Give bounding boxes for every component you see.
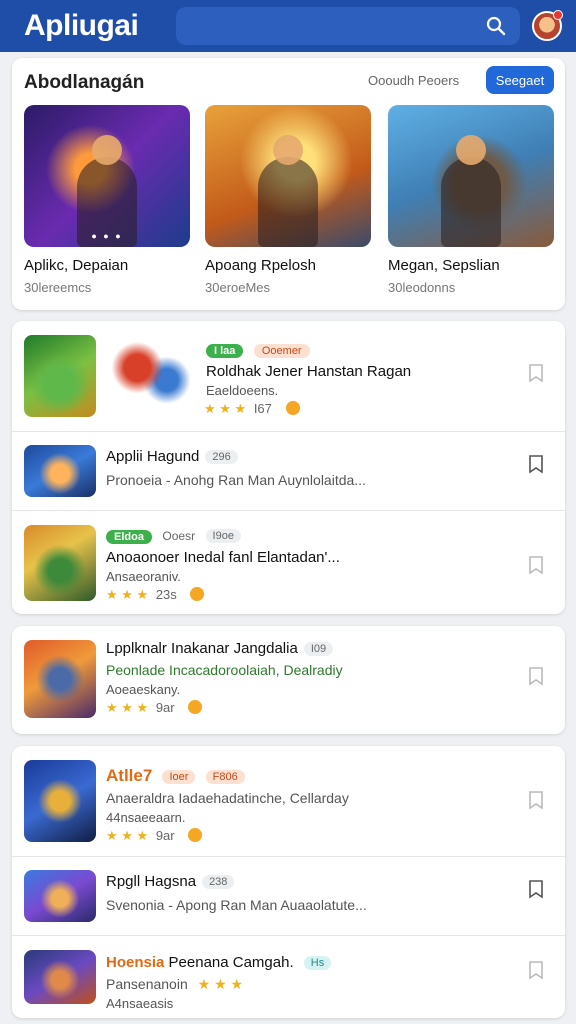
game-title: Roldhak Jener Hanstan Ragan — [206, 363, 412, 380]
rating-stars: ★ ★ ★ — [197, 976, 244, 992]
version-badge: I09 — [303, 642, 334, 657]
game-list-card: I laa Ooemer Roldhak Jener Hanstan Ragan… — [12, 321, 565, 614]
featured-item-name: Aplikc, Depaian — [24, 257, 129, 274]
featured-title: Abodlanagán — [24, 72, 145, 93]
game-list-card: Lpplknalr Inakanar Jangdalia I09 Peonlade… — [12, 626, 565, 734]
game-subtitle: Anaeraldra Iadaehadatinche, Cellarday — [106, 790, 349, 806]
bookmark-icon[interactable] — [527, 363, 545, 383]
coin-icon — [188, 700, 203, 714]
featured-item-name: Megan, Sepslian — [388, 257, 500, 274]
list-item[interactable]: I laa Ooemer Roldhak Jener Hanstan Ragan… — [12, 321, 565, 431]
rating-stars: ★ ★ ★ — [204, 401, 247, 416]
list-item[interactable]: Applii Hagund 296 Pronoeia - Anohg Ran Ma… — [12, 432, 565, 510]
game-title: Atlle7 Ioer F806 — [106, 766, 245, 786]
rating: ★ ★ ★ I67 — [204, 401, 300, 417]
featured-item-name: Apoang Rpelosh — [205, 257, 316, 274]
avatar[interactable] — [532, 10, 563, 41]
rating-stars: ★ ★ ★ — [106, 700, 149, 715]
game-thumbnail[interactable] — [24, 445, 96, 497]
tag-row: I laa Ooemer — [206, 341, 316, 359]
featured-item-meta: 30lereemcs — [24, 280, 92, 295]
game-thumbnail[interactable] — [24, 335, 96, 417]
promo-art — [108, 335, 192, 417]
featured-item[interactable]: Apoang Rpelosh 30eroeMes — [205, 105, 373, 295]
list-item[interactable]: Hoensia Peenana Camgah. Hs Pansenanoin ★… — [12, 936, 565, 1018]
rating-count: 23s — [155, 587, 177, 602]
game-thumbnail[interactable] — [24, 760, 96, 842]
tag-row: Eldoa Ooesr I9oe — [106, 527, 241, 545]
rating-count: 9ar — [155, 828, 175, 843]
tag-chip: I9oe — [205, 528, 241, 543]
tag-chip: I laa — [206, 344, 244, 358]
notification-dot — [553, 10, 563, 20]
search-bar[interactable] — [176, 7, 520, 45]
list-item[interactable]: Lpplknalr Inakanar Jangdalia I09 Peonlade… — [12, 626, 565, 734]
game-thumbnail[interactable] — [24, 950, 96, 1004]
game-thumbnail[interactable] — [24, 870, 96, 922]
bookmark-icon[interactable] — [527, 454, 545, 474]
rating-count: I67 — [253, 401, 272, 416]
game-subtitle-2: Aoeaeskany. — [106, 682, 181, 697]
search-icon[interactable] — [486, 16, 506, 36]
game-title: Applii Hagund 296 — [106, 448, 238, 465]
featured-item-meta: 30eroeMes — [205, 280, 271, 295]
game-title: Anoaonoer Inedal fanl Elantadan'... — [106, 549, 340, 566]
coin-icon — [285, 401, 300, 415]
list-item[interactable]: Atlle7 Ioer F806 Anaeraldra Iadaehadatin… — [12, 746, 565, 856]
tag-chip: Hs — [303, 956, 332, 971]
game-title: Hoensia Peenana Camgah. Hs — [106, 954, 332, 971]
bookmark-icon[interactable] — [527, 666, 545, 686]
game-title: Rpgll Hagsna 238 — [106, 873, 235, 890]
featured-game-image[interactable] — [388, 105, 554, 247]
rating: ★ ★ ★ 23s — [106, 587, 205, 603]
tag-text: Ooesr — [162, 529, 196, 543]
featured-game-image[interactable] — [205, 105, 371, 247]
tag-chip: Ioer — [162, 770, 196, 785]
carousel-dots: ● ● ● — [91, 231, 123, 241]
featured-item[interactable]: ● ● ● Aplikc, Depaian 30lereemcs — [24, 105, 192, 295]
game-thumbnail[interactable] — [24, 640, 96, 718]
game-list-card: Atlle7 Ioer F806 Anaeraldra Iadaehadatin… — [12, 746, 565, 1018]
featured-action-button[interactable]: Seegaet — [486, 66, 554, 94]
rating-stars: ★ ★ ★ — [106, 828, 149, 843]
rating-count: 9ar — [155, 700, 175, 715]
list-item[interactable]: Eldoa Ooesr I9oe Anoaonoer Inedal fanl E… — [12, 511, 565, 614]
bookmark-icon[interactable] — [527, 960, 545, 980]
featured-item-meta: 30leodonns — [388, 280, 456, 295]
game-subtitle: Pronoeia - Anohg Ran Man Auynlolaitda... — [106, 472, 366, 488]
bookmark-icon[interactable] — [527, 879, 545, 899]
tag-chip: Eldoa — [106, 530, 152, 544]
version-badge: 296 — [205, 450, 238, 465]
version-badge: 238 — [202, 875, 235, 890]
bookmark-icon[interactable] — [527, 790, 545, 810]
game-subtitle: Svenonia - Apong Ran Man Auaaolatute... — [106, 897, 367, 913]
coin-icon — [188, 828, 203, 842]
game-subtitle-2: A4nsaeasis — [106, 996, 174, 1011]
game-subtitle: Eaeldoeens. — [206, 383, 279, 398]
list-item[interactable]: Rpgll Hagsna 238 Svenonia - Apong Ran Man… — [12, 857, 565, 935]
game-thumbnail[interactable] — [24, 525, 96, 601]
game-subtitle: Pansenanoin ★ ★ ★ — [106, 976, 244, 992]
see-all-link[interactable]: Oooudh Peoers — [368, 73, 459, 88]
rating: ★ ★ ★ 9ar — [106, 828, 203, 844]
game-title: Lpplknalr Inakanar Jangdalia I09 — [106, 640, 334, 657]
app-title: Apliugai — [24, 9, 139, 42]
rating: ★ ★ ★ 9ar — [106, 700, 203, 716]
tag-chip: Ooemer — [253, 344, 310, 358]
featured-section: Abodlanagán Oooudh Peoers Seegaet ● ● ● … — [12, 58, 565, 310]
game-subtitle: Peonlade Incacadoroolaiah, Dealradiy — [106, 662, 343, 678]
game-subtitle-2: 44nsaeeaarn. — [106, 810, 186, 825]
coin-icon — [190, 587, 205, 601]
rating-stars: ★ ★ ★ — [106, 587, 149, 602]
featured-item[interactable]: Megan, Sepslian 30leodonns — [388, 105, 556, 295]
featured-game-image[interactable]: ● ● ● — [24, 105, 190, 247]
tag-chip: F806 — [205, 770, 245, 785]
game-subtitle: Ansaeoraniv. — [106, 569, 181, 584]
bookmark-icon[interactable] — [527, 555, 545, 575]
app-header: Apliugai — [0, 0, 576, 52]
